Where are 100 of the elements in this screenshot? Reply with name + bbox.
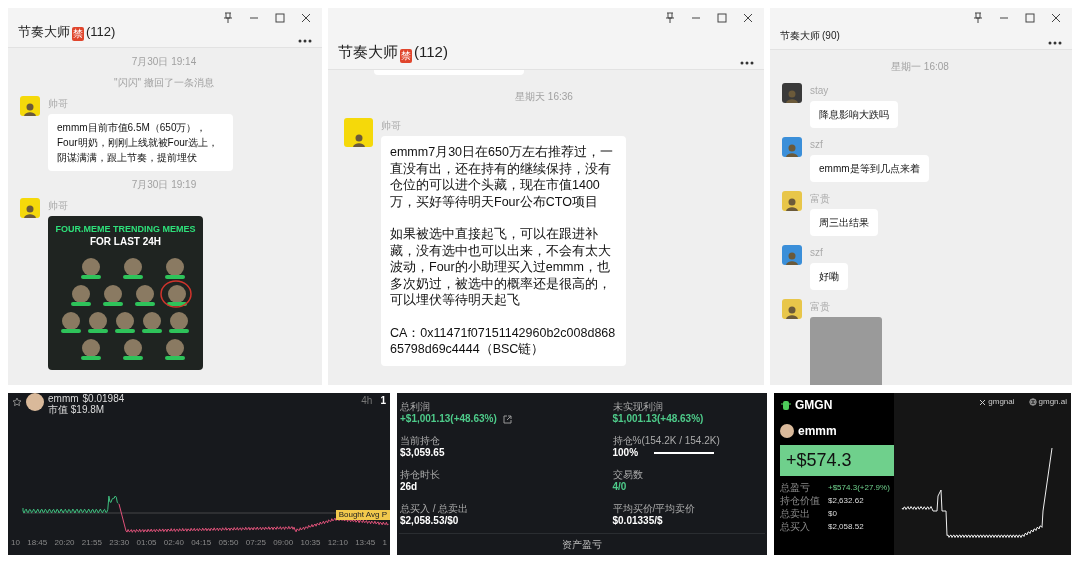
pin-icon[interactable] [222, 12, 234, 24]
close-icon[interactable] [1050, 12, 1062, 24]
close-icon[interactable] [300, 12, 312, 24]
chat-title: 节奏大师 [780, 29, 820, 43]
message-bubble: emmm是等到几点来着 [810, 155, 929, 182]
stat-label: 平均买价/平均卖价 [612, 503, 697, 515]
stat-value: $1,001.13(+48.63%) [612, 413, 704, 425]
stat-label: 总利润 [400, 401, 431, 413]
x-logo-icon [979, 398, 987, 406]
image-title: FOUR.MEME TRENDING MEMES [55, 224, 196, 235]
sender-name: szf [810, 138, 824, 152]
stat-value: $0.01335/$ [612, 515, 663, 527]
pin-icon[interactable] [972, 12, 984, 24]
pnl-label: 持仓价值 [780, 495, 821, 507]
message-paragraph: emmm7月30日在650万左右推荐过，一直没有出，还在持有的继续保持，没有仓位的可以进个头藏，现在市值1400万，买好等待明天Four公布CTO项目 [390, 144, 614, 210]
stat-value: 4/0 [612, 481, 627, 493]
message-bubble: 好嘞 [810, 263, 848, 290]
pin-icon[interactable] [664, 12, 676, 24]
axis-tick: 20:20 [54, 537, 75, 549]
pnl-value: $2,058.52 [828, 521, 864, 533]
stat-label: 未实现利润 [612, 401, 664, 413]
message-paragraph: CA：0x11471f07151142960b2c008d86865798d69c4444（BSC链） [390, 324, 617, 358]
axis-tick: 10 [11, 537, 20, 549]
axis-tick: 02:40 [163, 537, 184, 549]
more-icon[interactable] [298, 39, 312, 43]
stat-value: $3,059.65 [400, 447, 445, 459]
message-bubble: 降息影响大跌吗 [810, 101, 898, 128]
social-link[interactable]: gmgn.ai [1038, 396, 1067, 408]
pnl-label: 总卖出 [780, 508, 811, 520]
timestamp: 7月30日 19:19 [131, 178, 197, 192]
social-link[interactable]: gmgnai [988, 396, 1015, 408]
screenshot-placeholder [810, 317, 882, 385]
axis-tick: 09:00 [273, 537, 294, 549]
more-icon[interactable] [740, 61, 754, 65]
pnl-value: $2,632.62 [828, 495, 864, 507]
member-count: (112) [86, 22, 116, 41]
axis-tick: 04:15 [191, 537, 212, 549]
interval-tab[interactable]: 4h [361, 393, 373, 408]
axis-tick: 01:05 [136, 537, 157, 549]
stat-label: 当前持仓 [400, 435, 441, 447]
image-subtitle: FOR LAST 24H [89, 236, 162, 247]
muted-badge: 禁 [400, 49, 412, 63]
token-avatar [26, 393, 44, 411]
axis-tick: 23:30 [109, 537, 130, 549]
axis-tick: 13:45 [355, 537, 376, 549]
pnl-value: $0 [828, 508, 837, 520]
maximize-icon[interactable] [1024, 12, 1036, 24]
axis-tick: 21:55 [81, 537, 102, 549]
sender-name: 富贵 [810, 300, 831, 314]
token-price: $0.01984 [82, 393, 125, 404]
sender-name: 帅哥 [381, 119, 402, 133]
chat-title: 节奏大师 [18, 22, 70, 41]
avg-price-label: Bought Avg P [335, 510, 390, 520]
axis-tick: 12:10 [327, 537, 348, 549]
token-name: emmm [48, 393, 79, 404]
stat-value: $2,058.53/$0 [400, 515, 459, 527]
sender-name: stay [810, 84, 830, 98]
pnl-label: 总买入 [780, 521, 811, 533]
brand-name: GMGN [795, 397, 833, 414]
message-bubble: 周三出结果 [810, 209, 878, 236]
timestamp: 7月30日 19:14 [131, 55, 197, 69]
more-icon[interactable] [1048, 41, 1062, 45]
pnl-label: 总盈亏 [780, 482, 811, 494]
external-link-icon[interactable] [502, 414, 512, 424]
market-cap: 市值 $19.8M [48, 404, 106, 415]
stat-value: 100% [612, 447, 639, 459]
globe-icon [1028, 398, 1037, 406]
close-icon[interactable] [742, 12, 754, 24]
member-count: (90) [822, 29, 840, 43]
chat-title: 节奏大师 [338, 41, 398, 62]
maximize-icon[interactable] [716, 12, 728, 24]
message-paragraph: 如果被选中直接起飞，可以在跟进补藏，没有选中也可以出来，不会有太大波动，Four的小助理买入过emmm，也多次奶过，被选中的概率还是很高的，可以埋伏等待明天起飞 [390, 226, 612, 309]
stat-label: 持仓%(154.2K / 154.2K) [612, 435, 721, 447]
interval-tab[interactable]: 1 [380, 393, 386, 408]
section-tab[interactable]: 资产盈亏 [399, 533, 765, 555]
user-avatar [780, 424, 794, 438]
frog-logo-icon [780, 399, 792, 411]
axis-tick: 07:25 [245, 537, 266, 549]
sender-name: 帅哥 [48, 97, 69, 111]
user-name: emmm [798, 423, 837, 440]
stat-label: 交易数 [612, 469, 644, 481]
pnl-value: +$574.3(+27.9%) [828, 482, 890, 494]
maximize-icon[interactable] [274, 12, 286, 24]
axis-tick: 1 [382, 537, 387, 549]
pnl-amount: +$574.3 [780, 445, 895, 476]
stat-label: 总买入 / 总卖出 [400, 503, 470, 515]
star-icon[interactable] [12, 397, 22, 407]
stat-value: +$1,001.13(+48.63%) [400, 413, 497, 425]
sender-name: 富贵 [810, 192, 831, 206]
timestamp: 星期天 16:36 [515, 90, 573, 104]
muted-badge: 禁 [72, 27, 84, 41]
sender-name: szf [810, 246, 824, 260]
axis-tick: 18:45 [27, 537, 48, 549]
member-count: (112) [414, 41, 448, 62]
message-bubble: emmm目前市值6.5M（650万），Four明奶，刚刚上线就被Four选上，阴谋满满，跟上节奏，提前埋伏 [48, 114, 233, 171]
stat-value: 26d [400, 481, 418, 493]
axis-tick: 10:35 [300, 537, 321, 549]
axis-tick: 05:50 [218, 537, 239, 549]
stat-label: 持仓时长 [400, 469, 441, 481]
sender-name: 帅哥 [48, 199, 69, 213]
